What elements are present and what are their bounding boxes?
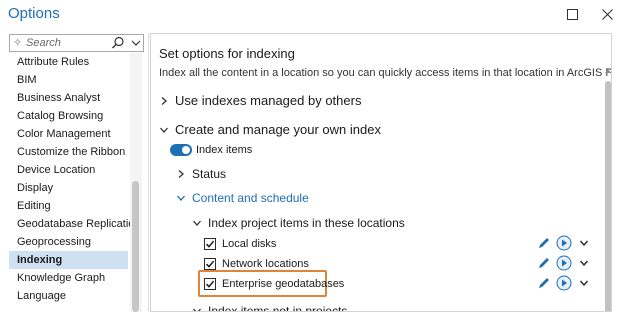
local-disks-label: Local disks — [222, 238, 277, 250]
scroll-up-icon[interactable] — [604, 67, 612, 75]
options-sidebar: ✧ Search Attribute Rules BIM Business An… — [6, 30, 144, 312]
index-not-in-projects-expander[interactable]: Index items not in projects — [192, 304, 348, 312]
category-list: Attribute Rules BIM Business Analyst Cat… — [9, 53, 144, 312]
enterprise-geodatabases-checkbox[interactable] — [204, 278, 216, 290]
title-bar: Options — [0, 0, 618, 30]
sidebar-item-editing[interactable]: Editing — [9, 197, 128, 215]
sidebar-item-device-location[interactable]: Device Location — [9, 161, 128, 179]
enterprise-geodatabases-actions — [536, 275, 596, 291]
location-row-network-locations: Network locations — [204, 258, 309, 270]
maximize-button[interactable] — [559, 3, 585, 25]
close-icon — [601, 8, 613, 20]
chevron-down-icon — [193, 220, 201, 226]
sidebar-item-geodatabase-replication[interactable]: Geodatabase Replication — [9, 215, 141, 233]
chevron-down-icon — [193, 308, 201, 311]
sidebar-scrollbar[interactable] — [130, 53, 142, 312]
chevron-down-icon[interactable] — [576, 255, 592, 271]
run-play-icon[interactable] — [556, 275, 572, 291]
sidebar-item-customize-ribbon[interactable]: Customize the Ribbon — [9, 143, 128, 161]
sidebar-item-display[interactable]: Display — [9, 179, 128, 197]
sidebar-item-language[interactable]: Language — [9, 287, 128, 305]
index-project-items-label: Index project items in these locations — [208, 216, 405, 230]
create-manage-expander[interactable]: Create and manage your own index — [159, 122, 381, 137]
enterprise-geodatabases-label: Enterprise geodatabases — [222, 278, 345, 290]
search-input[interactable]: ✧ Search — [9, 34, 144, 52]
page-title: Set options for indexing — [159, 46, 295, 61]
chevron-right-icon — [178, 170, 184, 178]
edit-pencil-icon[interactable] — [536, 235, 552, 251]
network-locations-label: Network locations — [222, 258, 309, 270]
search-icon[interactable] — [111, 36, 125, 50]
run-play-icon[interactable] — [556, 255, 572, 271]
checkmark-icon — [205, 240, 215, 248]
chevron-right-icon — [161, 96, 167, 105]
toggle-knob — [182, 146, 190, 154]
location-row-local-disks: Local disks — [204, 238, 276, 250]
content-schedule-expander[interactable]: Content and schedule — [176, 191, 309, 205]
sidebar-item-indexing[interactable]: Indexing — [9, 251, 128, 269]
pane-divider[interactable] — [148, 33, 149, 312]
sidebar-item-color-management[interactable]: Color Management — [9, 125, 128, 143]
sidebar-item-knowledge-graph[interactable]: Knowledge Graph — [9, 269, 128, 287]
edit-pencil-icon[interactable] — [536, 275, 552, 291]
sidebar-item-attribute-rules[interactable]: Attribute Rules — [9, 53, 128, 71]
sidebar-scrollbar-thumb[interactable] — [132, 181, 139, 312]
indexing-options-panel: Set options for indexing Index all the c… — [150, 33, 612, 312]
chevron-down-icon[interactable] — [576, 275, 592, 291]
index-items-label: Index items — [196, 144, 253, 156]
index-not-in-projects-label: Index items not in projects — [208, 304, 348, 312]
close-button[interactable] — [594, 3, 618, 25]
edit-pencil-icon[interactable] — [536, 255, 552, 271]
status-label: Status — [192, 167, 227, 181]
chevron-down-icon[interactable] — [576, 235, 592, 251]
sidebar-item-catalog-browsing[interactable]: Catalog Browsing — [9, 107, 128, 125]
checkmark-icon — [205, 280, 215, 288]
sidebar-item-business-analyst[interactable]: Business Analyst — [9, 89, 128, 107]
run-play-icon[interactable] — [556, 235, 572, 251]
main-scrollbar-thumb[interactable] — [605, 81, 611, 311]
chevron-down-icon — [177, 195, 185, 201]
local-disks-checkbox[interactable] — [204, 238, 216, 250]
create-manage-label: Create and manage your own index — [175, 122, 381, 137]
sidebar-item-bim[interactable]: BIM — [9, 71, 128, 89]
network-locations-checkbox[interactable] — [204, 258, 216, 270]
sparkle-icon: ✧ — [13, 37, 23, 49]
chevron-down-icon[interactable] — [130, 36, 142, 50]
checkmark-icon — [205, 260, 215, 268]
use-indexes-expander[interactable]: Use indexes managed by others — [159, 93, 361, 108]
location-row-enterprise-geodatabases: Enterprise geodatabases — [204, 278, 344, 290]
content-schedule-label: Content and schedule — [192, 191, 309, 205]
status-expander[interactable]: Status — [176, 167, 226, 181]
network-locations-actions — [536, 255, 596, 271]
use-indexes-label: Use indexes managed by others — [175, 93, 362, 108]
search-placeholder: Search — [26, 37, 61, 49]
main-scrollbar[interactable] — [603, 67, 612, 311]
chevron-down-icon — [160, 127, 168, 133]
maximize-icon — [566, 8, 578, 20]
index-project-items-expander[interactable]: Index project items in these locations — [192, 216, 405, 230]
window-title: Options — [8, 5, 60, 22]
sidebar-item-geoprocessing[interactable]: Geoprocessing — [9, 233, 128, 251]
index-items-toggle[interactable] — [170, 144, 192, 156]
local-disks-actions — [536, 235, 596, 251]
page-description: Index all the content in a location so y… — [159, 67, 612, 79]
